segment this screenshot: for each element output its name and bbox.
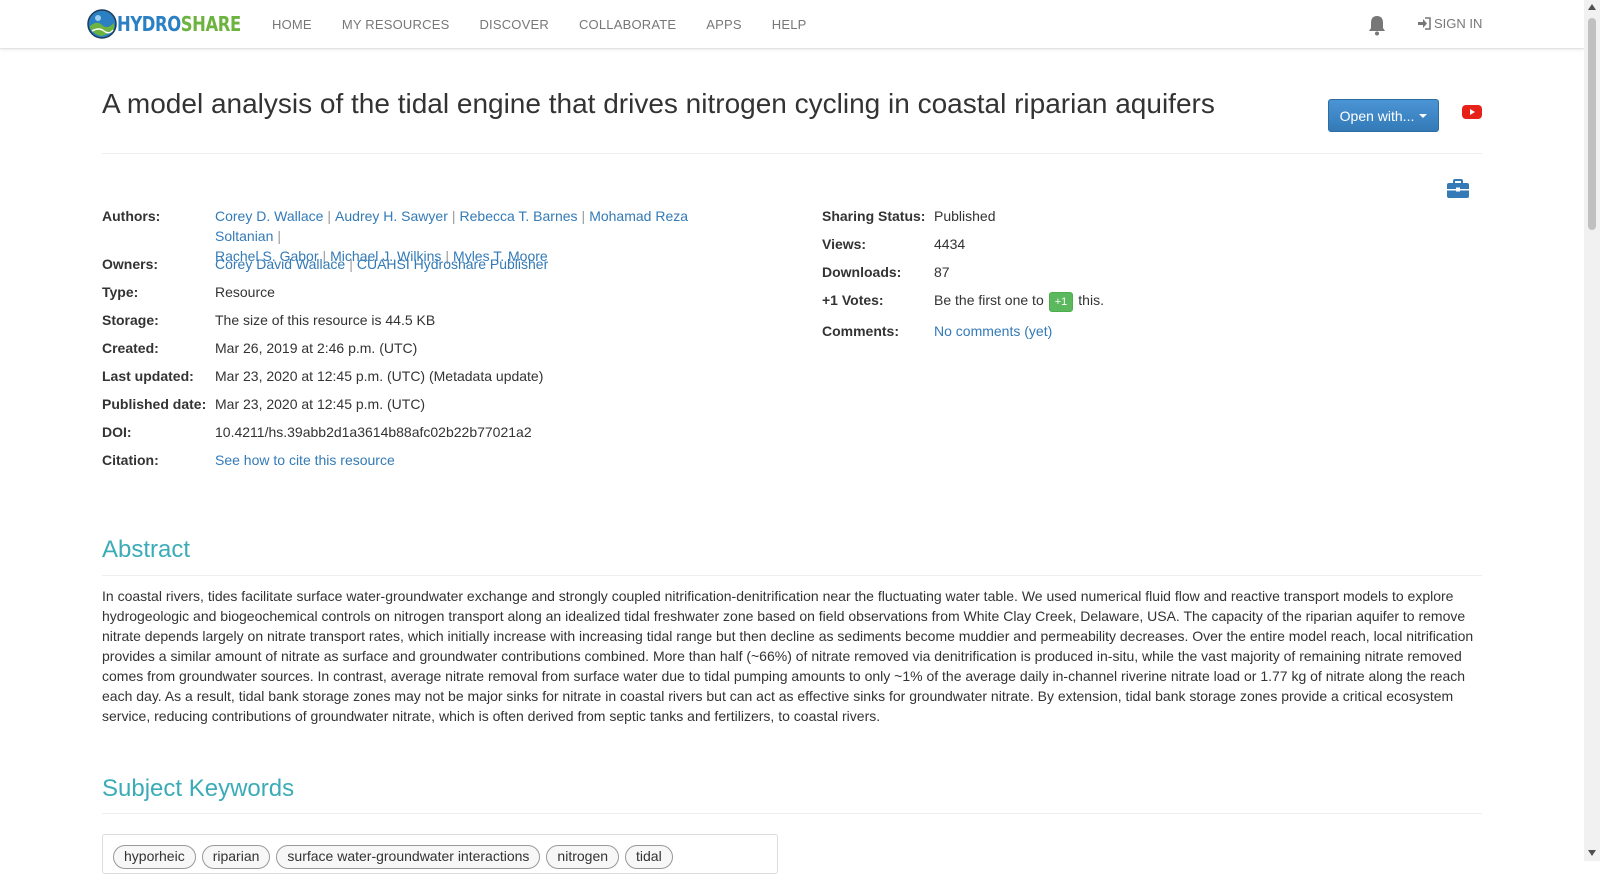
sign-in-label: SIGN IN — [1434, 16, 1483, 31]
resource-title: A model analysis of the tidal engine tha… — [102, 88, 1215, 119]
keyword-tag[interactable]: riparian — [201, 845, 271, 869]
owners-label: Owners: — [102, 256, 159, 272]
cite-resource-link[interactable]: See how to cite this resource — [215, 450, 395, 470]
hydroshare-logo[interactable]: HYDROSHARE — [87, 9, 268, 39]
created-row: Created: Mar 26, 2019 at 2:46 p.m. (UTC) — [102, 338, 417, 358]
downloads-row: Downloads: 87 — [822, 262, 950, 282]
votes-value: Be the first one to +1 this. — [934, 290, 1104, 312]
sign-in-link[interactable]: SIGN IN — [1417, 16, 1482, 31]
sharing-status-value: Published — [934, 208, 996, 224]
published-date-label: Published date: — [102, 396, 207, 412]
keyword-tag[interactable]: tidal — [625, 845, 673, 869]
owner-link[interactable]: CUAHSI Hydroshare Publisher — [357, 256, 548, 272]
author-link[interactable]: Corey D. Wallace — [215, 208, 323, 224]
sharing-status-row: Sharing Status: Published — [822, 206, 996, 226]
votes-prompt: Be the first one to — [934, 292, 1044, 308]
sign-in-icon — [1418, 17, 1431, 30]
keywords-divider — [102, 813, 1482, 814]
nav-my-resources[interactable]: MY RESOURCES — [342, 17, 450, 32]
youtube-icon[interactable] — [1462, 104, 1482, 120]
doi-row: DOI: 10.4211/hs.39abb2d1a3614b88afc02b22… — [102, 422, 532, 442]
type-row: Type: Resource — [102, 282, 275, 302]
doi-label: DOI: — [102, 424, 132, 440]
nav-collaborate[interactable]: COLLABORATE — [579, 17, 676, 32]
nav-apps[interactable]: APPS — [706, 17, 741, 32]
scroll-thumb[interactable] — [1588, 18, 1596, 230]
views-label: Views: — [822, 236, 867, 252]
nav-help[interactable]: HELP — [772, 17, 807, 32]
storage-row: Storage: The size of this resource is 44… — [102, 310, 435, 330]
logo-wordmark: HYDROSHARE — [117, 12, 241, 36]
keywords-container: hyporheic riparian surface water-groundw… — [102, 834, 778, 874]
type-label: Type: — [102, 284, 139, 300]
abstract-divider — [102, 575, 1482, 576]
comments-row: Comments: No comments (yet) — [822, 321, 1052, 341]
author-link[interactable]: Rebecca T. Barnes — [460, 208, 578, 224]
keyword-tag[interactable]: surface water-groundwater interactions — [276, 845, 541, 869]
abstract-heading: Abstract — [102, 536, 191, 563]
published-date-value: Mar 23, 2020 at 12:45 p.m. (UTC) — [215, 396, 426, 412]
storage-value: The size of this resource is 44.5 KB — [215, 312, 436, 328]
owners-list: Corey David Wallace | CUAHSI Hydroshare Pu… — [215, 256, 549, 272]
downloads-label: Downloads: — [822, 264, 902, 280]
nav-home[interactable]: HOME — [272, 17, 312, 32]
author-link[interactable]: Audrey H. Sawyer — [335, 208, 448, 224]
page-scrollbar[interactable] — [1584, 0, 1600, 861]
title-divider — [102, 153, 1482, 154]
owners-row: Owners: Corey David Wallace | CUAHSI Hydro… — [102, 254, 548, 274]
last-updated-label: Last updated: — [102, 368, 194, 384]
open-with-label: Open with... — [1339, 107, 1415, 124]
created-value: Mar 26, 2019 at 2:46 p.m. (UTC) — [215, 340, 418, 356]
top-navbar: HYDROSHARE HOME MY RESOURCES DISCOVER CO… — [0, 0, 1584, 49]
bell-icon[interactable] — [1367, 14, 1387, 36]
scroll-up-arrow[interactable] — [1588, 4, 1596, 10]
citation-row: Citation: See how to cite this resource — [102, 450, 395, 470]
doi-value: 10.4211/hs.39abb2d1a3614b88afc02b22b7702… — [215, 424, 532, 440]
created-label: Created: — [102, 340, 159, 356]
storage-label: Storage: — [102, 312, 159, 328]
views-count: 4434 — [934, 236, 966, 252]
views-row: Views: 4434 — [822, 234, 965, 254]
votes-row: +1 Votes: Be the first one to +1 this. — [822, 290, 1104, 312]
published-date-row: Published date: Mar 23, 2020 at 12:45 p.… — [102, 394, 425, 414]
toolbox-icon[interactable] — [1446, 178, 1470, 200]
last-updated-value: Mar 23, 2020 at 12:45 p.m. (UTC) (Metada… — [215, 368, 544, 384]
type-value: Resource — [215, 284, 275, 300]
nav-discover[interactable]: DISCOVER — [479, 17, 549, 32]
comments-link[interactable]: No comments (yet) — [934, 321, 1052, 341]
keyword-tag[interactable]: nitrogen — [546, 845, 620, 869]
abstract-text: In coastal rivers, tides facilitate surf… — [102, 588, 1474, 724]
caret-down-icon — [1419, 113, 1428, 118]
sharing-status-label: Sharing Status: — [822, 208, 926, 224]
comments-label: Comments: — [822, 323, 900, 339]
plus-one-button[interactable]: +1 — [1048, 292, 1074, 312]
votes-label: +1 Votes: — [822, 292, 884, 308]
downloads-count: 87 — [934, 264, 950, 280]
keyword-tag[interactable]: hyporheic — [113, 845, 196, 869]
globe-logo-icon — [87, 9, 117, 39]
last-updated-row: Last updated: Mar 23, 2020 at 12:45 p.m.… — [102, 366, 543, 386]
open-with-button[interactable]: Open with... — [1328, 99, 1439, 132]
main-nav: HOME MY RESOURCES DISCOVER COLLABORATE A… — [272, 0, 837, 48]
subject-keywords-heading: Subject Keywords — [102, 775, 295, 802]
scroll-down-arrow[interactable] — [1588, 850, 1596, 856]
owner-link[interactable]: Corey David Wallace — [215, 256, 345, 272]
votes-suffix: this. — [1078, 292, 1104, 308]
citation-label: Citation: — [102, 452, 159, 468]
